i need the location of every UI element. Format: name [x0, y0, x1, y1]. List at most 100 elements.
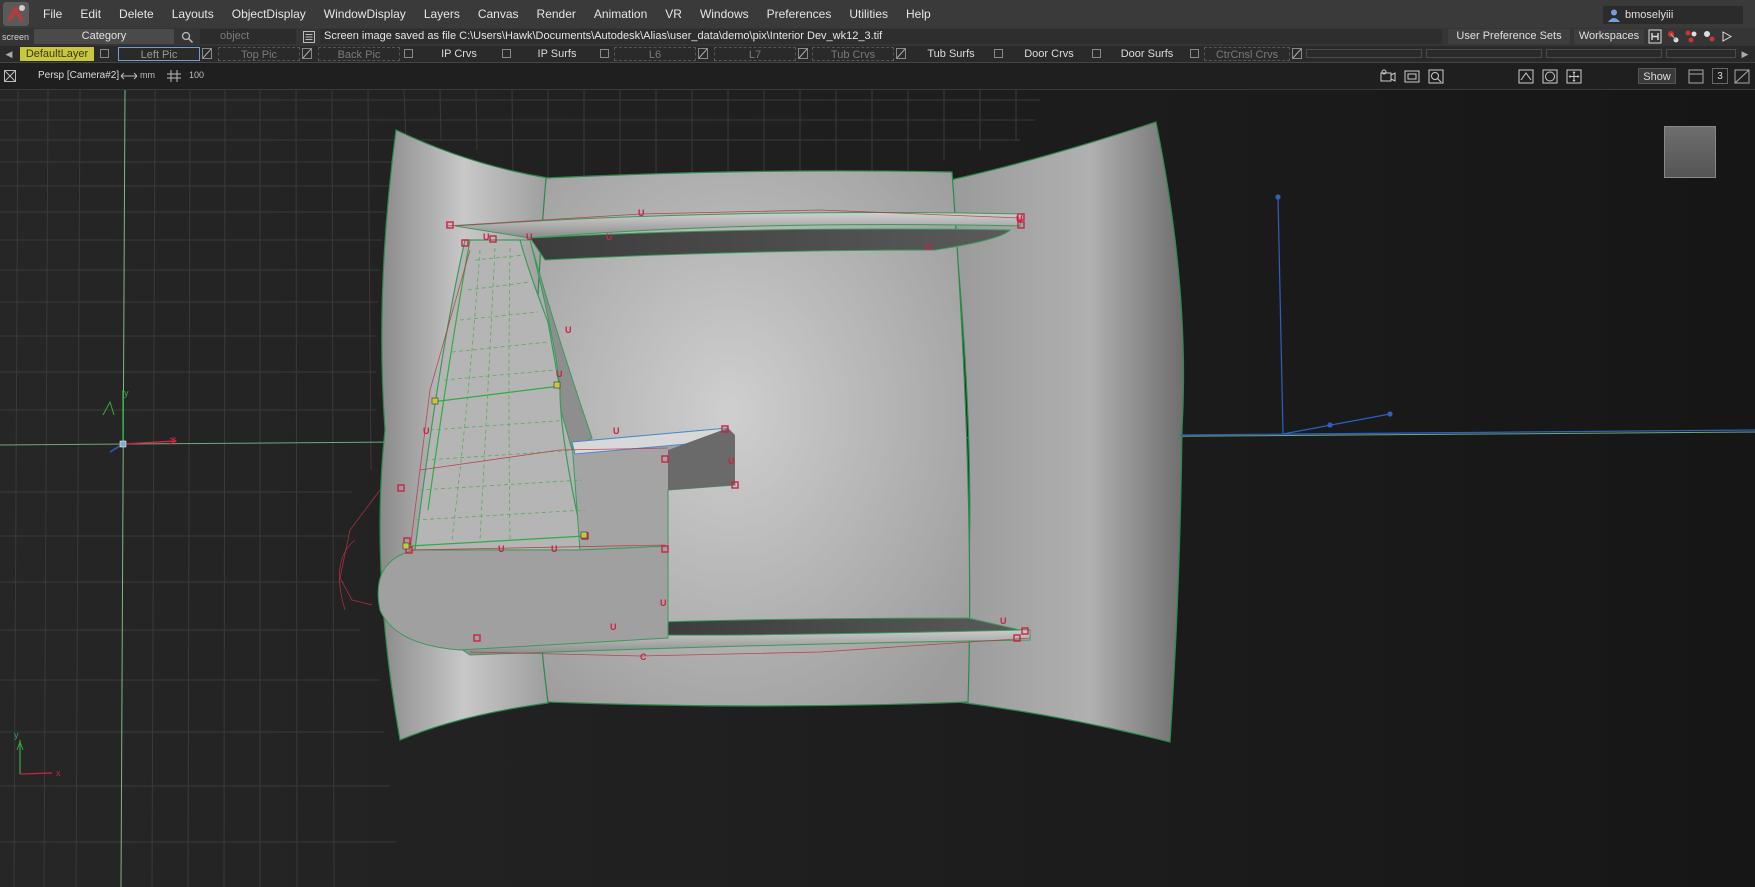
viewport-maximize-icon[interactable]	[4, 70, 16, 82]
layer-tub-surfs[interactable]: Tub Surfs	[910, 47, 992, 61]
workspaces-button[interactable]: Workspaces	[1574, 29, 1644, 44]
object-search-input[interactable]: object	[200, 29, 296, 44]
menu-canvas[interactable]: Canvas	[469, 0, 528, 28]
layer-top-pic[interactable]: Top Pic	[218, 47, 300, 61]
magnet-white-icon[interactable]	[1702, 29, 1716, 44]
layer-pick-icon[interactable]	[302, 48, 312, 59]
layer-door-surfs[interactable]: Door Surfs	[1106, 47, 1188, 61]
layer-empty-slot[interactable]	[1306, 49, 1422, 58]
window-layout-icon[interactable]	[1688, 69, 1704, 84]
menu-edit[interactable]: Edit	[71, 0, 110, 28]
zoom-icon[interactable]	[1428, 69, 1444, 84]
layer-empty-slot[interactable]	[1666, 49, 1736, 58]
menu-delete[interactable]: Delete	[110, 0, 163, 28]
layer-visibility-box[interactable]	[1190, 49, 1199, 58]
look-at-icon[interactable]	[1518, 69, 1534, 84]
layer-scroll-right-icon[interactable]: ▶	[1740, 46, 1750, 62]
pan-move-icon[interactable]	[1566, 69, 1582, 84]
layer-visibility-box[interactable]	[100, 49, 109, 58]
triad-y-label: y	[14, 730, 19, 740]
svg-text:U: U	[565, 325, 572, 335]
layer-visibility-box[interactable]	[502, 49, 511, 58]
layer-ip-crvs[interactable]: IP Crvs	[418, 47, 500, 61]
layer-visibility-box[interactable]	[404, 49, 413, 58]
camera-dolly-icon[interactable]	[1404, 69, 1420, 84]
menu-vr[interactable]: VR	[656, 0, 691, 28]
layer-pick-icon[interactable]	[1292, 48, 1302, 59]
menu-objectdisplay[interactable]: ObjectDisplay	[223, 0, 315, 28]
menu-preferences[interactable]: Preferences	[758, 0, 841, 28]
layer-door-crvs[interactable]: Door Crvs	[1008, 47, 1090, 61]
layer-left-pic[interactable]: Left Pic	[118, 47, 200, 61]
layer-pick-icon[interactable]	[798, 48, 808, 59]
shelf-icons	[1648, 29, 1734, 44]
window-expand-icon[interactable]	[1734, 69, 1750, 84]
3d-viewport[interactable]: UUU UUU UUU UUC UUU UU y x y x	[0, 90, 1755, 887]
category-selector[interactable]: Category	[34, 29, 174, 44]
menu-file[interactable]: File	[34, 0, 71, 28]
menu-animation[interactable]: Animation	[585, 0, 656, 28]
alias-logo-icon[interactable]	[2, 1, 30, 27]
layer-ctrcnsl-crvs[interactable]: CtrCnsl Crvs	[1204, 47, 1290, 61]
menu-layouts[interactable]: Layouts	[163, 0, 223, 28]
layer-pick-icon[interactable]	[896, 48, 906, 59]
user-preference-sets-button[interactable]: User Preference Sets	[1448, 29, 1570, 44]
prompt-history-icon[interactable]	[302, 30, 316, 44]
menu-windowdisplay[interactable]: WindowDisplay	[315, 0, 415, 28]
svg-text:U: U	[423, 426, 430, 436]
layer-ip-surfs[interactable]: IP Surfs	[516, 47, 598, 61]
magnet-multi-icon[interactable]	[1684, 29, 1698, 44]
layer-l6[interactable]: L6	[614, 47, 696, 61]
svg-text:U: U	[728, 456, 735, 466]
layer-visibility-box[interactable]	[600, 49, 609, 58]
layer-default[interactable]: DefaultLayer	[20, 47, 94, 61]
layer-empty-slot[interactable]	[1426, 49, 1542, 58]
main-menu: File Edit Delete Layouts ObjectDisplay W…	[34, 0, 940, 28]
svg-text:U: U	[610, 622, 617, 632]
view-cube[interactable]	[1664, 126, 1716, 178]
svg-text:U: U	[1016, 214, 1023, 224]
svg-text:U: U	[526, 232, 533, 242]
layer-empty-slot[interactable]	[1546, 49, 1662, 58]
svg-text:U: U	[613, 426, 620, 436]
layer-visibility-box[interactable]	[1092, 49, 1101, 58]
camera-tumble-icon[interactable]	[1380, 69, 1396, 84]
triad-x-label: x	[56, 768, 61, 778]
layer-bar: ◀ DefaultLayer Left Pic Top Pic Back Pic…	[0, 46, 1755, 63]
layer-back-pic[interactable]: Back Pic	[318, 47, 400, 61]
pick-object-icon[interactable]	[180, 30, 194, 44]
svg-text:U: U	[551, 544, 558, 554]
layer-tub-crvs[interactable]: Tub Crvs	[812, 47, 894, 61]
show-button[interactable]: Show	[1638, 68, 1676, 84]
grid-size-label: 100	[189, 70, 205, 80]
layer-pick-icon[interactable]	[202, 48, 212, 59]
grid-snap-icon[interactable]	[166, 69, 182, 83]
view-number[interactable]: 3	[1712, 68, 1728, 84]
unit-label: mm	[140, 70, 155, 80]
svg-text:U: U	[606, 232, 613, 242]
screen-label: screen	[2, 32, 30, 42]
svg-text:U: U	[483, 232, 490, 242]
hotkey-icon[interactable]	[1648, 29, 1662, 44]
layer-visibility-box[interactable]	[994, 49, 1003, 58]
magnet-red-icon[interactable]	[1666, 29, 1680, 44]
menu-windows[interactable]: Windows	[691, 0, 758, 28]
tumble-sphere-icon[interactable]	[1542, 69, 1558, 84]
menu-help[interactable]: Help	[897, 0, 940, 28]
layer-pick-icon[interactable]	[698, 48, 708, 59]
menu-render[interactable]: Render	[528, 0, 585, 28]
layer-scroll-left-icon[interactable]: ◀	[4, 46, 14, 62]
ip-lower-bulge[interactable]	[377, 545, 669, 651]
origin-x-label: x	[172, 434, 177, 444]
expand-arrow-icon[interactable]	[1720, 29, 1734, 44]
svg-text:U: U	[498, 544, 505, 554]
user-name: bmoselyiii	[1625, 9, 1674, 21]
user-account[interactable]: bmoselyiii	[1603, 6, 1743, 24]
layer-l7[interactable]: L7	[714, 47, 796, 61]
menu-layers[interactable]: Layers	[415, 0, 469, 28]
camera-label[interactable]: Persp [Camera#2]	[38, 70, 119, 81]
prompt-status-line: Screen image saved as file C:\Users\Hawk…	[320, 29, 1442, 44]
menu-utilities[interactable]: Utilities	[840, 0, 897, 28]
menu-bar: File Edit Delete Layouts ObjectDisplay W…	[0, 0, 1755, 29]
scene-canvas[interactable]: UUU UU U UU U UUC UUU UU y x y x	[0, 90, 1755, 887]
